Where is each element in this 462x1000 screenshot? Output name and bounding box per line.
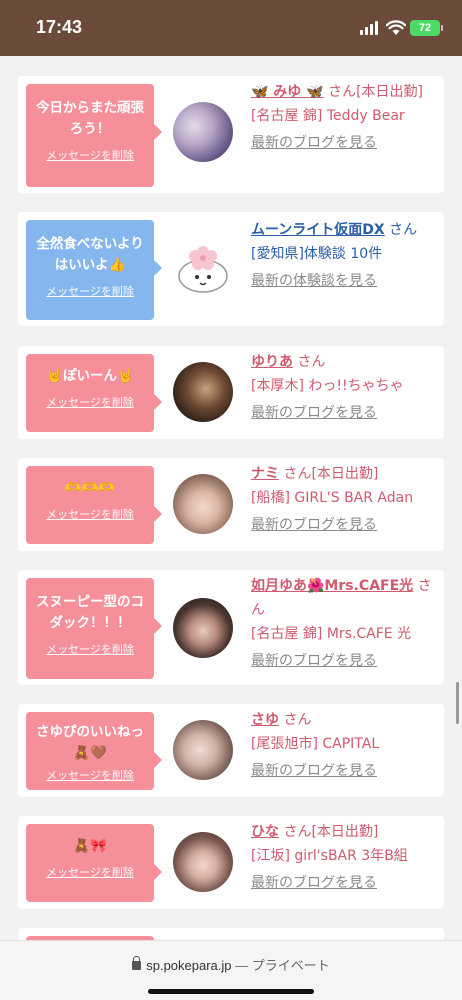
card-info: ムーンライト仮面DX さん [愛知県]体験談 10件 最新の体験談を見る bbox=[251, 218, 435, 293]
list-item: 全然食べないよりはいいよ👍 メッセージを削除 ムーンライト仮面DX さん [愛知… bbox=[18, 212, 444, 326]
blog-link[interactable]: 最新のブログを見る bbox=[251, 401, 435, 425]
delete-message-link[interactable]: メッセージを削除 bbox=[46, 394, 134, 410]
status-time: 17:43 bbox=[36, 17, 83, 37]
avatar[interactable] bbox=[173, 832, 233, 892]
url-text[interactable]: sp.pokepara.jp — プライベート bbox=[0, 955, 462, 974]
name-suffix: さん[本日出勤] bbox=[283, 824, 379, 840]
delete-message-link[interactable]: メッセージを削除 bbox=[46, 506, 134, 522]
shop-label: [名古屋 錦] Mrs.CAFE 光 bbox=[251, 626, 412, 642]
avatar[interactable] bbox=[173, 720, 233, 780]
message-bubble: 🧸🎀 メッセージを削除 bbox=[26, 824, 162, 902]
shop-label: [本厚木] わっ!!ちゃちゃ bbox=[251, 378, 404, 394]
card-info: 🦋 みゆ 🦋 さん[本日出勤] [名古屋 錦] Teddy Bear 最新のブロ… bbox=[251, 80, 435, 155]
name-suffix: さん bbox=[389, 222, 418, 238]
avatar[interactable] bbox=[173, 362, 233, 422]
avatar[interactable] bbox=[173, 236, 233, 296]
message-text: さゆぴのいいねっ🧸🤎 bbox=[36, 724, 144, 761]
message-text: 🫶🫶🫶 bbox=[64, 480, 116, 496]
card-info: ナミ さん[本日出勤] [船橋] GIRL'S BAR Adan 最新のブログを… bbox=[251, 462, 435, 537]
message-text: 🧸🎀 bbox=[73, 838, 107, 854]
shop-label: [尾張旭市] CAPITAL bbox=[251, 736, 380, 752]
message-bubble: スヌーピー型のコダック！！！ メッセージを削除 bbox=[26, 578, 162, 679]
card-info: ゆりあ さん [本厚木] わっ!!ちゃちゃ 最新のブログを見る bbox=[251, 350, 435, 425]
scrollbar[interactable] bbox=[456, 682, 459, 724]
list-item: 今日からまた頑張ろう！ メッセージを削除 🦋 みゆ 🦋 さん[本日出勤] [名古… bbox=[18, 76, 444, 193]
shop-label: [江坂] girl'sBAR 3年B組 bbox=[251, 848, 408, 864]
delete-message-link[interactable]: メッセージを削除 bbox=[46, 864, 134, 880]
delete-message-link[interactable]: メッセージを削除 bbox=[46, 147, 134, 163]
url-bar[interactable]: sp.pokepara.jp — プライベート bbox=[0, 940, 462, 1000]
user-name-link[interactable]: ムーンライト仮面DX bbox=[251, 222, 385, 238]
message-bubble: 全然食べないよりはいいよ👍 メッセージを削除 bbox=[26, 220, 162, 320]
blog-link[interactable]: 最新のブログを見る bbox=[251, 649, 435, 673]
review-link[interactable]: 最新の体験談を見る bbox=[251, 269, 435, 293]
message-bubble: 🤘ぽいーん🤘 メッセージを削除 bbox=[26, 354, 162, 432]
list-item: 🫶🫶🫶 メッセージを削除 ナミ さん[本日出勤] [船橋] GIRL'S BAR… bbox=[18, 458, 444, 551]
home-indicator[interactable] bbox=[148, 989, 314, 994]
card-info: さゆ さん [尾張旭市] CAPITAL 最新のブログを見る bbox=[251, 708, 435, 783]
name-suffix: さん[本日出勤] bbox=[283, 466, 379, 482]
url-domain: sp.pokepara.jp bbox=[146, 958, 232, 973]
delete-message-link[interactable]: メッセージを削除 bbox=[46, 283, 134, 299]
message-bubble: さゆぴのいいねっ🧸🤎 メッセージを削除 bbox=[26, 712, 162, 790]
user-name-link[interactable]: 🦋 みゆ 🦋 bbox=[251, 84, 324, 100]
blog-link[interactable]: 最新のブログを見る bbox=[251, 513, 435, 537]
message-bubble: 今日からまた頑張ろう！ メッセージを削除 bbox=[26, 84, 162, 187]
status-bar: 17:43 72 bbox=[0, 0, 462, 56]
list-item: 🤘ぽいーん🤘 メッセージを削除 ゆりあ さん [本厚木] わっ!!ちゃちゃ 最新… bbox=[18, 346, 444, 439]
shop-label: [名古屋 錦] Teddy Bear bbox=[251, 108, 405, 124]
delete-message-link[interactable]: メッセージを削除 bbox=[46, 641, 134, 657]
wifi-icon bbox=[386, 20, 406, 35]
card-info: ひな さん[本日出勤] [江坂] girl'sBAR 3年B組 最新のブログを見… bbox=[251, 820, 435, 895]
list-item: さゆぴのいいねっ🧸🤎 メッセージを削除 さゆ さん [尾張旭市] CAPITAL… bbox=[18, 704, 444, 797]
private-label: — プライベート bbox=[235, 958, 330, 973]
shop-label: [愛知県]体験談 10件 bbox=[251, 246, 383, 262]
user-name-link[interactable]: ナミ bbox=[251, 466, 279, 482]
list-item: 🧸🎀 メッセージを削除 ひな さん[本日出勤] [江坂] girl'sBAR 3… bbox=[18, 816, 444, 909]
avatar[interactable] bbox=[173, 102, 233, 162]
delete-message-link[interactable]: メッセージを削除 bbox=[46, 767, 134, 783]
user-name-link[interactable]: ゆりあ bbox=[251, 354, 293, 370]
flower-mascot-icon bbox=[178, 246, 228, 293]
message-bubble: 🫶🫶🫶 メッセージを削除 bbox=[26, 466, 162, 544]
message-text: 全然食べないよりはいいよ👍 bbox=[36, 236, 144, 273]
lock-icon bbox=[132, 956, 142, 970]
name-suffix: さん bbox=[283, 712, 312, 728]
name-suffix: さん[本日出勤] bbox=[328, 84, 424, 100]
message-text: 今日からまた頑張ろう！ bbox=[36, 100, 144, 137]
blog-link[interactable]: 最新のブログを見る bbox=[251, 871, 435, 895]
avatar[interactable] bbox=[173, 598, 233, 658]
list-item: スヌーピー型のコダック！！！ メッセージを削除 如月ゆあ🌺Mrs.CAFE光 さ… bbox=[18, 570, 444, 685]
name-suffix: さん bbox=[297, 354, 326, 370]
signal-icon bbox=[360, 21, 380, 35]
user-name-link[interactable]: さゆ bbox=[251, 712, 279, 728]
card-info: 如月ゆあ🌺Mrs.CAFE光 さん [名古屋 錦] Mrs.CAFE 光 最新の… bbox=[251, 574, 435, 673]
user-name-link[interactable]: 如月ゆあ🌺Mrs.CAFE光 bbox=[251, 578, 413, 594]
user-name-link[interactable]: ひな bbox=[251, 824, 279, 840]
avatar[interactable] bbox=[173, 474, 233, 534]
message-text: 🤘ぽいーん🤘 bbox=[46, 368, 134, 384]
message-text: スヌーピー型のコダック！！！ bbox=[36, 594, 144, 631]
battery-icon: 72 bbox=[410, 20, 443, 36]
shop-label: [船橋] GIRL'S BAR Adan bbox=[251, 490, 414, 506]
blog-link[interactable]: 最新のブログを見る bbox=[251, 131, 435, 155]
blog-link[interactable]: 最新のブログを見る bbox=[251, 759, 435, 783]
